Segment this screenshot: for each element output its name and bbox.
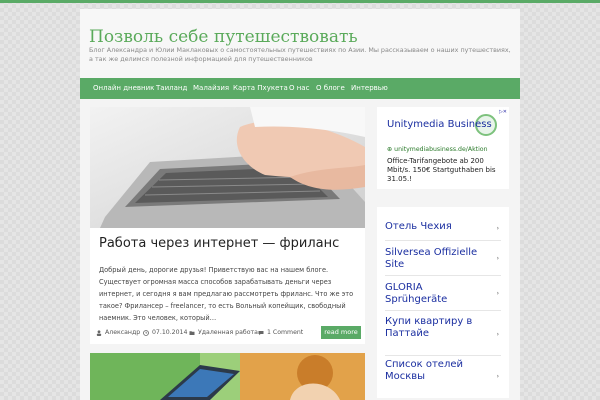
sidebar-link-label: Список отелей Москвы <box>385 359 463 382</box>
clock-icon <box>143 329 149 336</box>
post-image-next[interactable] <box>90 353 365 400</box>
ad-url[interactable]: ⊕ unitymediabusiness.de/Aktion <box>387 146 488 153</box>
sidebar-link-item[interactable]: GLORIA Sprühgeräte › <box>385 278 501 311</box>
nav-item-thailand[interactable]: Таиланд <box>156 78 187 99</box>
chevron-right-icon: › <box>496 225 499 232</box>
nav-item-online-diary[interactable]: Онлайн дневник <box>93 78 154 99</box>
folder-icon <box>189 330 195 335</box>
site-title[interactable]: Позволь себе путешествовать <box>89 27 358 47</box>
read-more-button[interactable]: read more <box>321 326 361 339</box>
chevron-right-icon: › <box>496 331 499 338</box>
ad-url-text: unitymediabusiness.de/Aktion <box>394 146 488 153</box>
nav-item-phuket-map[interactable]: Карта Пхукета <box>233 78 288 99</box>
comment-icon <box>258 330 264 335</box>
nav-item-about-blog[interactable]: О блоге <box>316 78 345 99</box>
nav-item-interview[interactable]: Интервью <box>351 78 388 99</box>
sidebar-link-item[interactable]: Silversea Offizielle Site › <box>385 243 501 276</box>
post-author-name: Александр <box>105 329 141 336</box>
sidebar-link-label: Купи квартиру в Паттайе <box>385 316 473 339</box>
main-nav: Онлайн дневник Таиланд Малайзия Карта Пх… <box>80 78 520 99</box>
post-title[interactable]: Работа через интернет — фриланс <box>99 236 339 251</box>
sidebar-link-item[interactable]: Отель Чехия › <box>385 213 501 241</box>
post-image[interactable] <box>90 107 365 228</box>
nav-item-about-us[interactable]: О нас <box>289 78 309 99</box>
nav-item-malaysia[interactable]: Малайзия <box>193 78 229 99</box>
sidebar-link-item[interactable]: Список отелей Москвы › <box>385 357 501 397</box>
ad-info-icon[interactable]: ▷✕ <box>499 109 507 115</box>
ad-text: Office-Tarifangebote ab 200 Mbit/s. 150€… <box>387 157 496 183</box>
chevron-right-icon: › <box>496 255 499 262</box>
sidebar-link-label: Отель Чехия <box>385 221 452 232</box>
site-description: Блог Александра и Юлии Маклаковых о само… <box>89 46 511 63</box>
chevron-right-icon: › <box>496 373 499 380</box>
post-date-text: 07.10.2014 <box>152 329 188 336</box>
sidebar-link-label: Silversea Offizielle Site <box>385 247 478 270</box>
post-card: Работа через интернет — фриланс Добрый д… <box>90 107 365 344</box>
ad-title[interactable]: Unitymedia Business <box>387 119 492 131</box>
ad-banner[interactable]: ▷✕ Unitymedia Business ⊕ unitymediabusin… <box>377 107 509 189</box>
sidebar-link-ads: Отель Чехия › Silversea Offizielle Site … <box>377 207 509 398</box>
user-icon <box>96 329 102 336</box>
sidebar-link-label: GLORIA Sprühgeräte <box>385 282 448 305</box>
post-comments[interactable]: 1 Comment <box>258 329 303 336</box>
chevron-right-icon: › <box>496 290 499 297</box>
page-container: Позволь себе путешествовать Блог Алексан… <box>80 9 520 400</box>
site-header: Позволь себе путешествовать Блог Алексан… <box>80 9 520 79</box>
post-card-next <box>90 353 365 400</box>
post-category-text: Удаленная работа <box>198 329 258 336</box>
post-author[interactable]: Александр <box>96 329 140 336</box>
post-category[interactable]: Удаленная работа <box>189 329 258 336</box>
sidebar-link-item[interactable]: Купи квартиру в Паттайе › <box>385 313 501 356</box>
post-comments-text: 1 Comment <box>267 329 304 336</box>
post-excerpt: Добрый день, дорогие друзья! Приветствую… <box>99 266 354 322</box>
post-date: 07.10.2014 <box>143 329 187 336</box>
top-accent-bar <box>0 0 600 3</box>
